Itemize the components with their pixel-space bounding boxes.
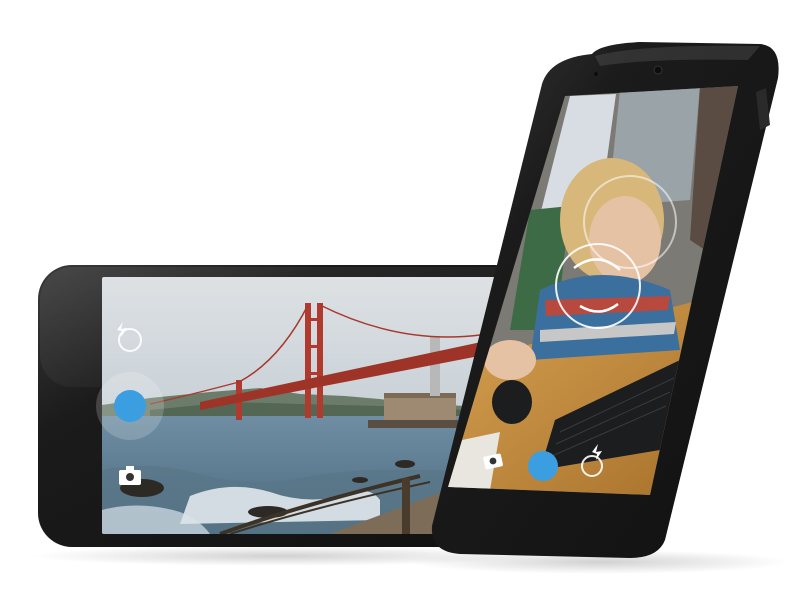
device-showcase: [0, 0, 800, 600]
shutter-button[interactable]: [96, 372, 164, 440]
showcase-illustration: [30, 42, 790, 574]
shutter-button[interactable]: [528, 451, 558, 481]
